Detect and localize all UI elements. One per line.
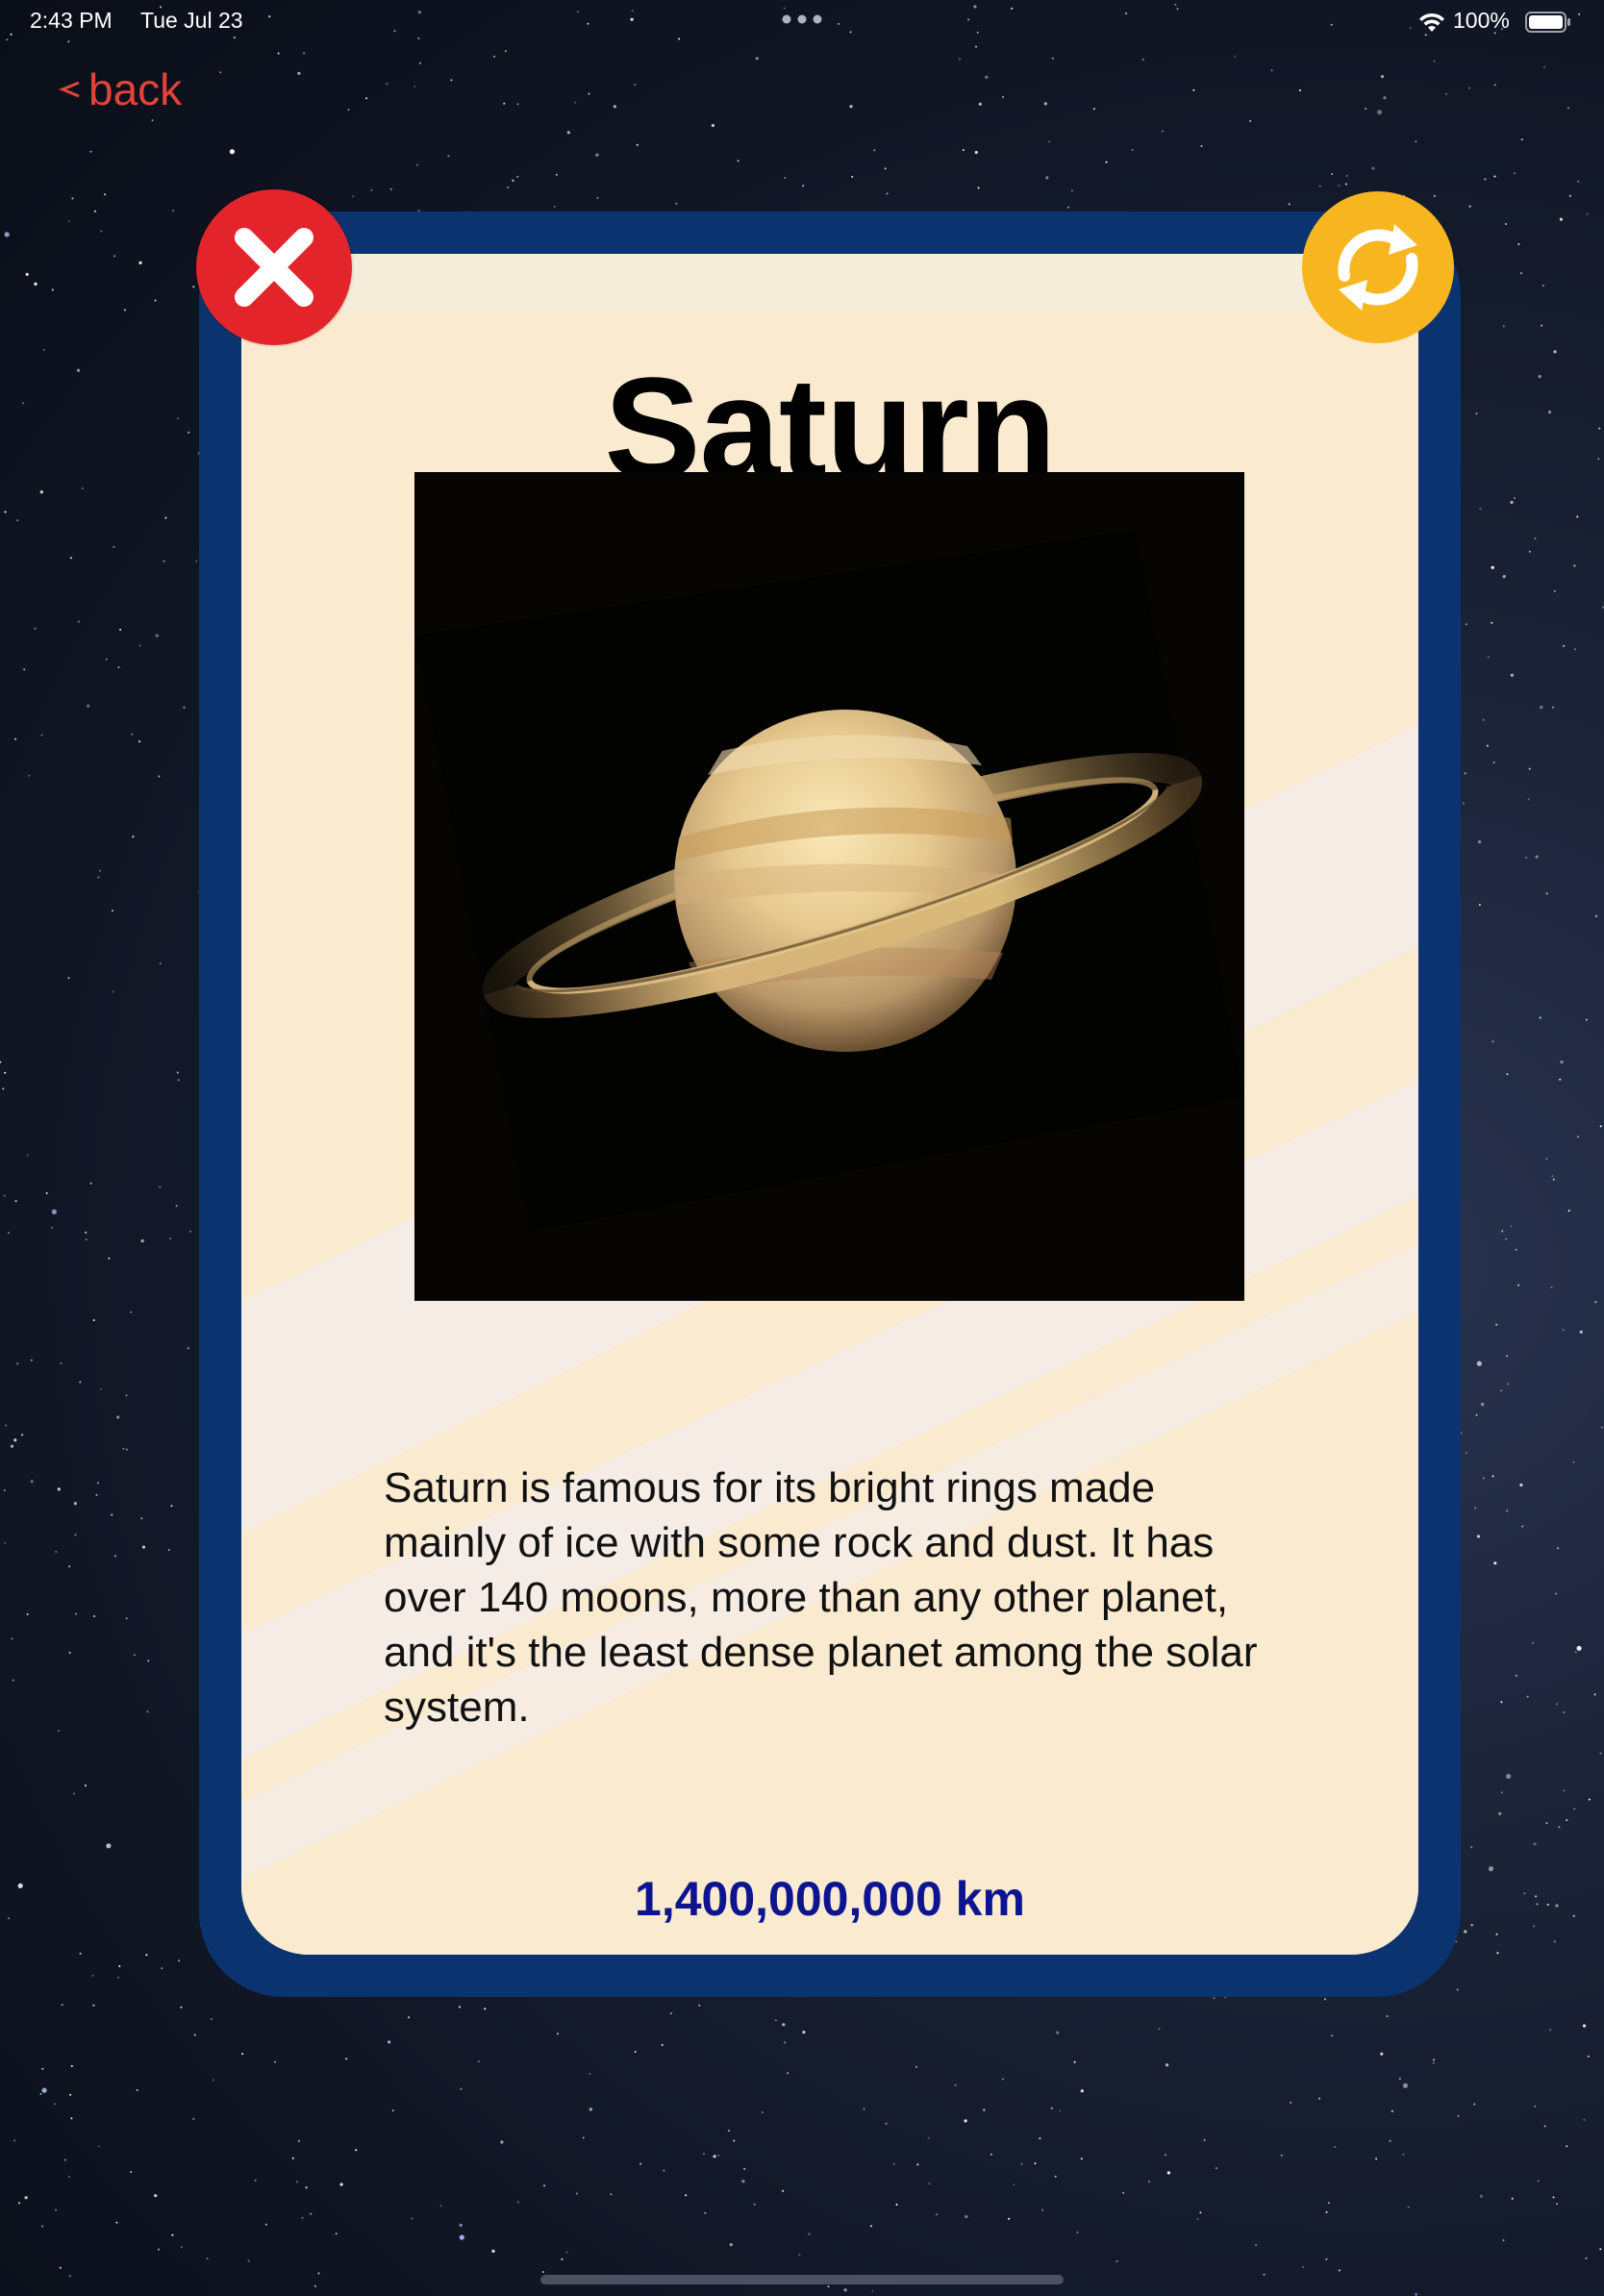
- close-icon: [235, 228, 313, 307]
- card-body: Saturn Saturn is famous for its bright r…: [241, 254, 1418, 1955]
- refresh-icon: [1338, 224, 1418, 311]
- wifi-icon: [1419, 12, 1444, 32]
- status-time: 2:43 PM: [30, 8, 113, 33]
- home-indicator[interactable]: [540, 2275, 1064, 2284]
- battery-icon: [1525, 12, 1570, 33]
- close-button[interactable]: [196, 189, 352, 345]
- flip-card-button[interactable]: [1302, 191, 1454, 343]
- back-label: back: [88, 64, 183, 114]
- planet-distance: 1,400,000,000 km: [635, 1872, 1025, 1926]
- multitasking-dots-icon[interactable]: [781, 10, 823, 29]
- chevron-left-icon: [59, 81, 80, 98]
- back-button[interactable]: back: [58, 63, 182, 115]
- saturn-image: [414, 472, 1244, 1301]
- status-date: Tue Jul 23: [140, 8, 243, 33]
- planet-card: Saturn Saturn is famous for its bright r…: [199, 212, 1461, 1997]
- battery-percentage: 100%: [1453, 8, 1510, 33]
- planet-description: Saturn is famous for its bright rings ma…: [384, 1464, 1258, 1731]
